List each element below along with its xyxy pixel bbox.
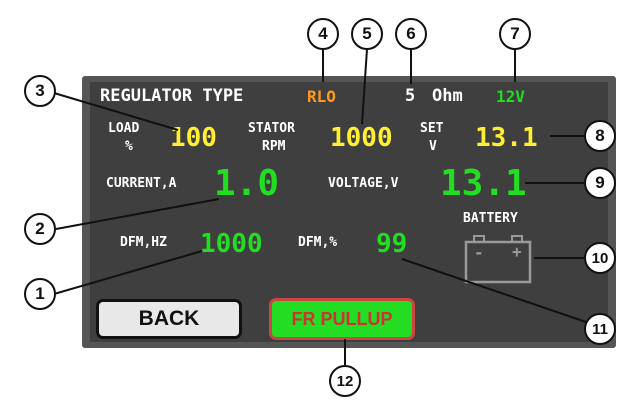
- stator-label: STATOR: [248, 121, 295, 136]
- fr-pullup-button[interactable]: FR PULLUP: [269, 298, 415, 340]
- voltage-rating: 12V: [496, 87, 525, 106]
- callout-2: 2: [24, 213, 56, 245]
- callout-3: 3: [24, 75, 56, 107]
- battery-minus: -: [474, 243, 484, 262]
- current-value: 1.0: [214, 163, 280, 204]
- resistance-unit: Ohm: [432, 86, 463, 106]
- voltage-label: VOLTAGE,V: [328, 176, 399, 191]
- callout-5: 5: [351, 18, 383, 50]
- battery-icon: - +: [464, 234, 532, 284]
- stator-unit-label: RPM: [262, 139, 286, 154]
- current-label: CURRENT,A: [106, 176, 177, 191]
- callout-8: 8: [584, 120, 616, 152]
- dfm-pct-value: 99: [376, 229, 408, 259]
- set-label: SET: [420, 121, 444, 136]
- battery-label: BATTERY: [463, 211, 518, 226]
- callout-12: 12: [329, 365, 361, 397]
- callout-6: 6: [395, 18, 427, 50]
- set-unit-label: V: [429, 139, 437, 154]
- dfm-hz-label: DFM,HZ: [120, 235, 167, 250]
- dfm-hz-value: 1000: [200, 229, 263, 259]
- set-voltage-value: 13.1: [475, 123, 538, 153]
- callout-4: 4: [307, 18, 339, 50]
- back-button[interactable]: BACK: [96, 299, 242, 339]
- callout-1: 1: [24, 278, 56, 310]
- load-label: LOAD: [108, 121, 140, 136]
- load-value: 100: [170, 123, 217, 153]
- callout-11: 11: [584, 313, 616, 345]
- stator-rpm-value: 1000: [330, 123, 393, 153]
- callout-7: 7: [499, 18, 531, 50]
- load-unit-label: %: [125, 139, 133, 154]
- callout-10: 10: [584, 242, 616, 274]
- dfm-pct-label: DFM,%: [298, 235, 338, 250]
- battery-plus: +: [512, 242, 522, 261]
- voltage-value: 13.1: [440, 163, 527, 204]
- regulator-type-value: RLO: [307, 87, 336, 106]
- resistance-value: 5: [405, 86, 416, 106]
- callout-9: 9: [584, 167, 616, 199]
- regulator-type-label: REGULATOR TYPE: [100, 86, 244, 106]
